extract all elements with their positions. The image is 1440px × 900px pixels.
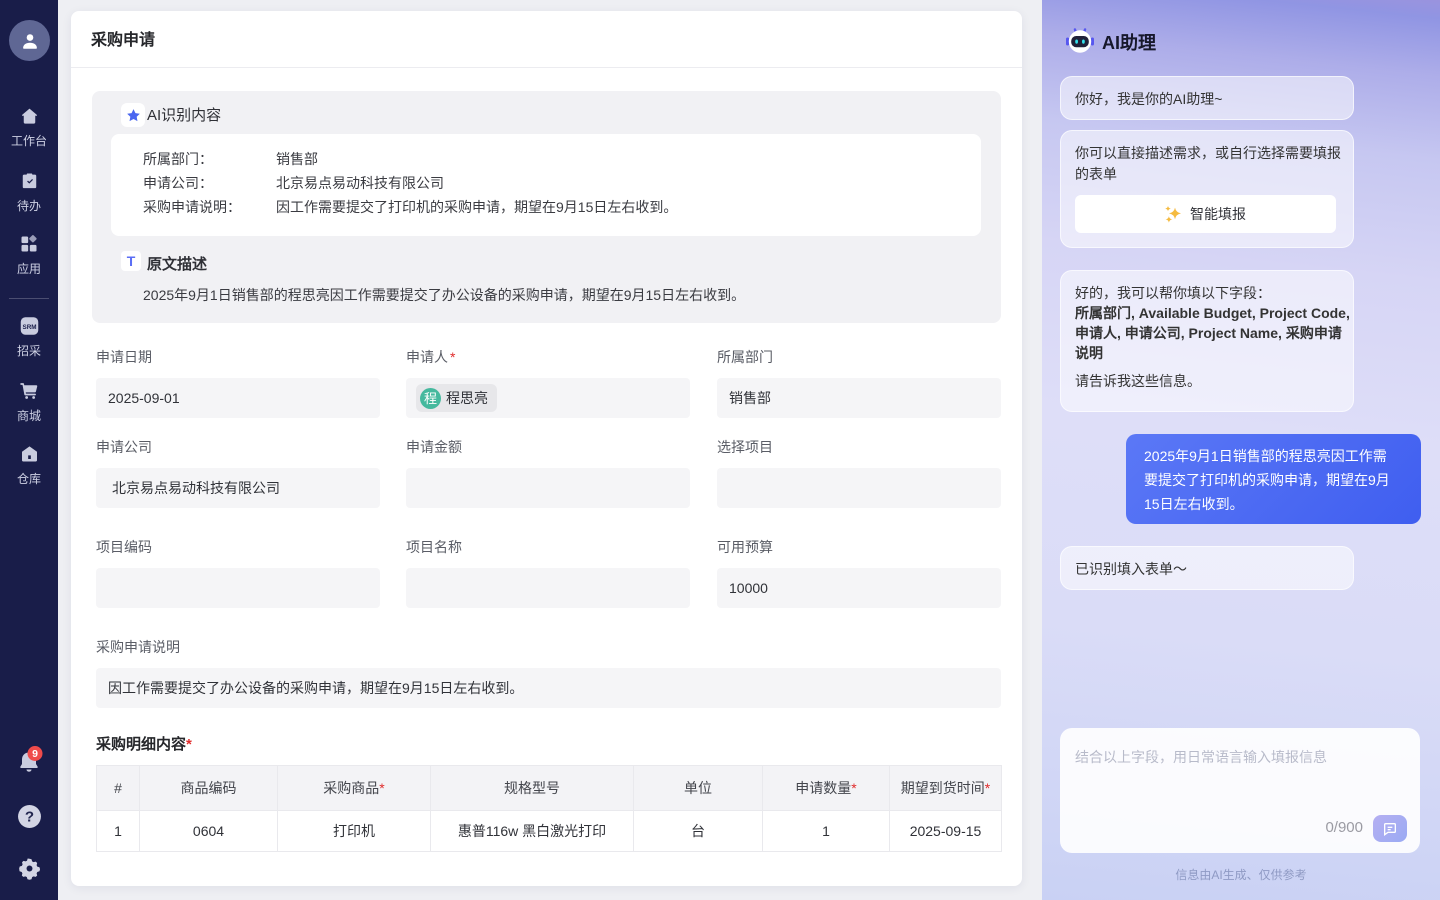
svg-text:?: ?: [24, 809, 33, 826]
svg-text:SRM: SRM: [22, 324, 36, 331]
svg-text:9: 9: [32, 748, 38, 760]
